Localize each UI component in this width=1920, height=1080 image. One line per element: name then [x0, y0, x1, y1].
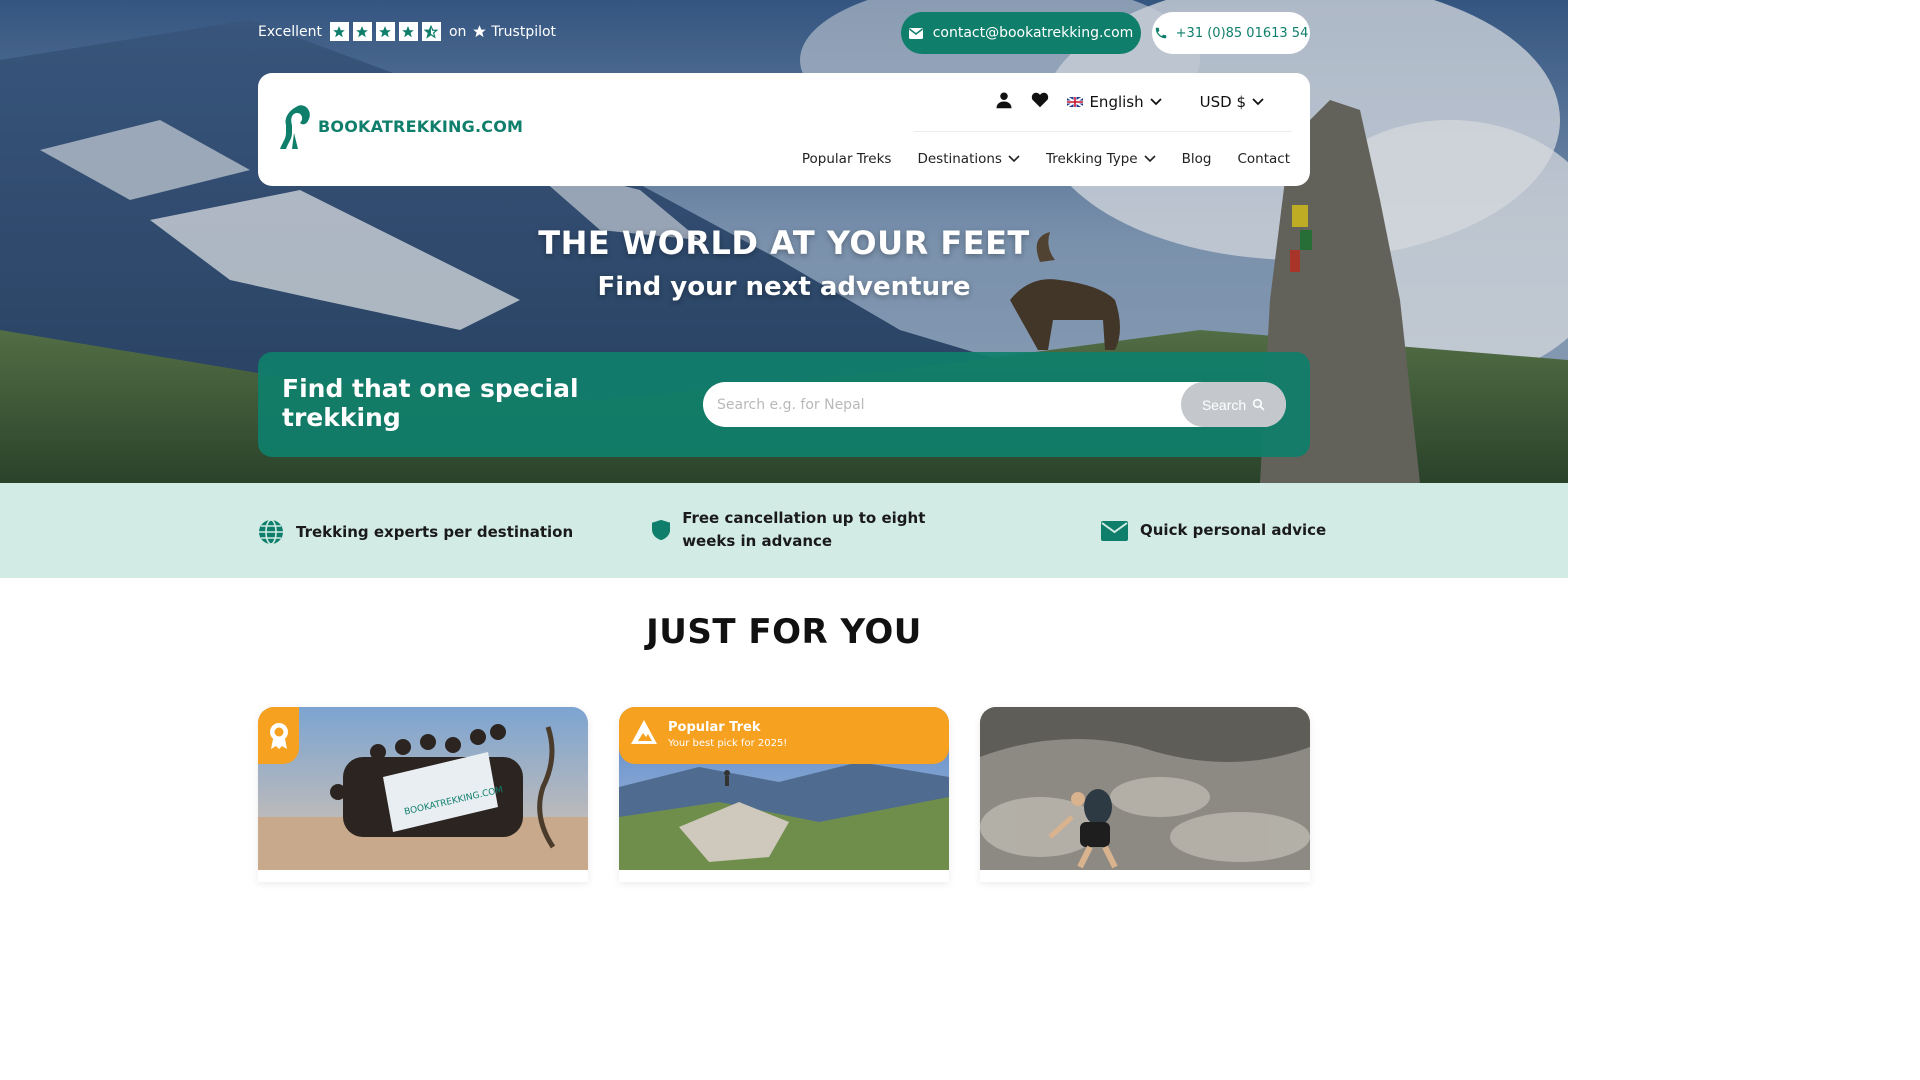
- uk-flag-icon: [1067, 97, 1084, 107]
- star-icon: [375, 22, 395, 41]
- chevron-down-icon: [1149, 98, 1162, 106]
- currency-label: USD $: [1199, 93, 1246, 111]
- award-icon: [269, 722, 288, 749]
- trek-card[interactable]: [980, 707, 1310, 882]
- star-half-icon: [421, 22, 441, 41]
- search-panel: Find that one special trekking Search: [258, 352, 1310, 457]
- phone-icon: [1155, 27, 1166, 39]
- search-button-label: Search: [1201, 396, 1247, 413]
- popular-trek-subtitle: Your best pick for 2025!: [668, 738, 788, 749]
- currency-selector[interactable]: USD $: [1200, 93, 1264, 111]
- trustpilot-stars: [329, 22, 441, 41]
- nav-divider: [914, 131, 1292, 132]
- trustpilot-brand: Trustpilot: [472, 24, 556, 40]
- award-badge: [258, 707, 299, 764]
- hero-section: Excellent on Trustpilot contact@bookatre…: [0, 0, 1568, 483]
- trek-card[interactable]: Popular Trek Your best pick for 2025!: [619, 707, 949, 882]
- trustpilot-rating-word: Excellent: [258, 23, 322, 40]
- star-icon: [398, 22, 418, 41]
- section-title: JUST FOR YOU: [646, 612, 922, 652]
- chevron-down-icon: [1252, 98, 1264, 106]
- usp-cancellation-text: Free cancellation up to eight weeks in a…: [682, 509, 926, 550]
- chevron-down-icon: [1008, 155, 1020, 163]
- star-icon: [329, 22, 349, 41]
- hero-subtitle: Find your next adventure: [597, 272, 971, 302]
- globe-icon: [259, 519, 283, 545]
- trustpilot-rating[interactable]: Excellent on Trustpilot: [258, 22, 556, 41]
- chevron-down-icon: [1144, 155, 1156, 163]
- main-menu: Popular Treks Destinations Trekking Type…: [802, 151, 1290, 167]
- usp-item-advice: Quick personal advice: [1101, 519, 1326, 542]
- usp-experts-text: Trekking experts per destination: [296, 522, 574, 541]
- nav-item-trekking-type-label: Trekking Type: [1045, 151, 1138, 167]
- popular-trek-banner: Popular Trek Your best pick for 2025!: [619, 707, 949, 764]
- heart-icon[interactable]: [1031, 92, 1049, 112]
- usp-bar: Trekking experts per destination Free ca…: [0, 483, 1568, 578]
- hero-title: THE WORLD AT YOUR FEET: [538, 224, 1030, 262]
- usp-advice-text: Quick personal advice: [1140, 521, 1327, 539]
- account-icon[interactable]: [995, 91, 1013, 113]
- nav-item-blog[interactable]: Blog: [1182, 151, 1212, 167]
- nav-item-popular-treks[interactable]: Popular Treks: [802, 151, 892, 167]
- phone-contact-label: +31 (0)85 01613 54: [1175, 25, 1309, 41]
- nav-item-destinations[interactable]: Destinations: [917, 151, 1020, 167]
- search-icon: [1252, 398, 1265, 411]
- logo-text: BOOKATREKKING.COM: [318, 116, 524, 136]
- phone-contact-button[interactable]: +31 (0)85 01613 54: [1152, 12, 1310, 54]
- mountain-warning-icon: [631, 720, 657, 744]
- trustpilot-on: on: [448, 23, 467, 40]
- popular-trek-title: Popular Trek: [668, 720, 761, 735]
- trek-card-image: [980, 707, 1310, 870]
- envelope-icon: [1101, 520, 1128, 541]
- search-heading: Find that one special trekking: [282, 374, 579, 432]
- trustpilot-star-icon: [473, 25, 487, 38]
- search-button[interactable]: Search: [1181, 382, 1286, 427]
- site-logo[interactable]: BOOKATREKKING.COM: [278, 103, 523, 149]
- shield-icon: [652, 519, 671, 541]
- trustpilot-brand-label: Trustpilot: [491, 23, 557, 40]
- ibex-logo-icon: [280, 105, 310, 149]
- language-selector[interactable]: English: [1067, 93, 1162, 111]
- nav-item-contact[interactable]: Contact: [1237, 151, 1290, 167]
- nav-item-trekking-type[interactable]: Trekking Type: [1046, 151, 1156, 167]
- utility-bar: English USD $: [995, 91, 1264, 113]
- search-box: Search: [703, 382, 1286, 427]
- email-contact-button[interactable]: contact@bookatrekking.com: [901, 12, 1141, 54]
- usp-item-experts: Trekking experts per destination: [258, 519, 573, 545]
- usp-item-cancellation: Free cancellation up to eight weeks in a…: [652, 507, 972, 553]
- envelope-icon: [908, 27, 923, 39]
- star-icon: [352, 22, 372, 41]
- nav-item-destinations-label: Destinations: [917, 151, 1002, 167]
- trek-card[interactable]: BOOKATREKKING.COM: [258, 707, 588, 882]
- trek-card-image: BOOKATREKKING.COM: [258, 707, 588, 870]
- search-input[interactable]: [717, 382, 1177, 427]
- language-label: English: [1089, 93, 1144, 111]
- header-navigation-card: BOOKATREKKING.COM English USD $ Popular …: [258, 73, 1310, 186]
- email-contact-label: contact@bookatrekking.com: [932, 25, 1134, 41]
